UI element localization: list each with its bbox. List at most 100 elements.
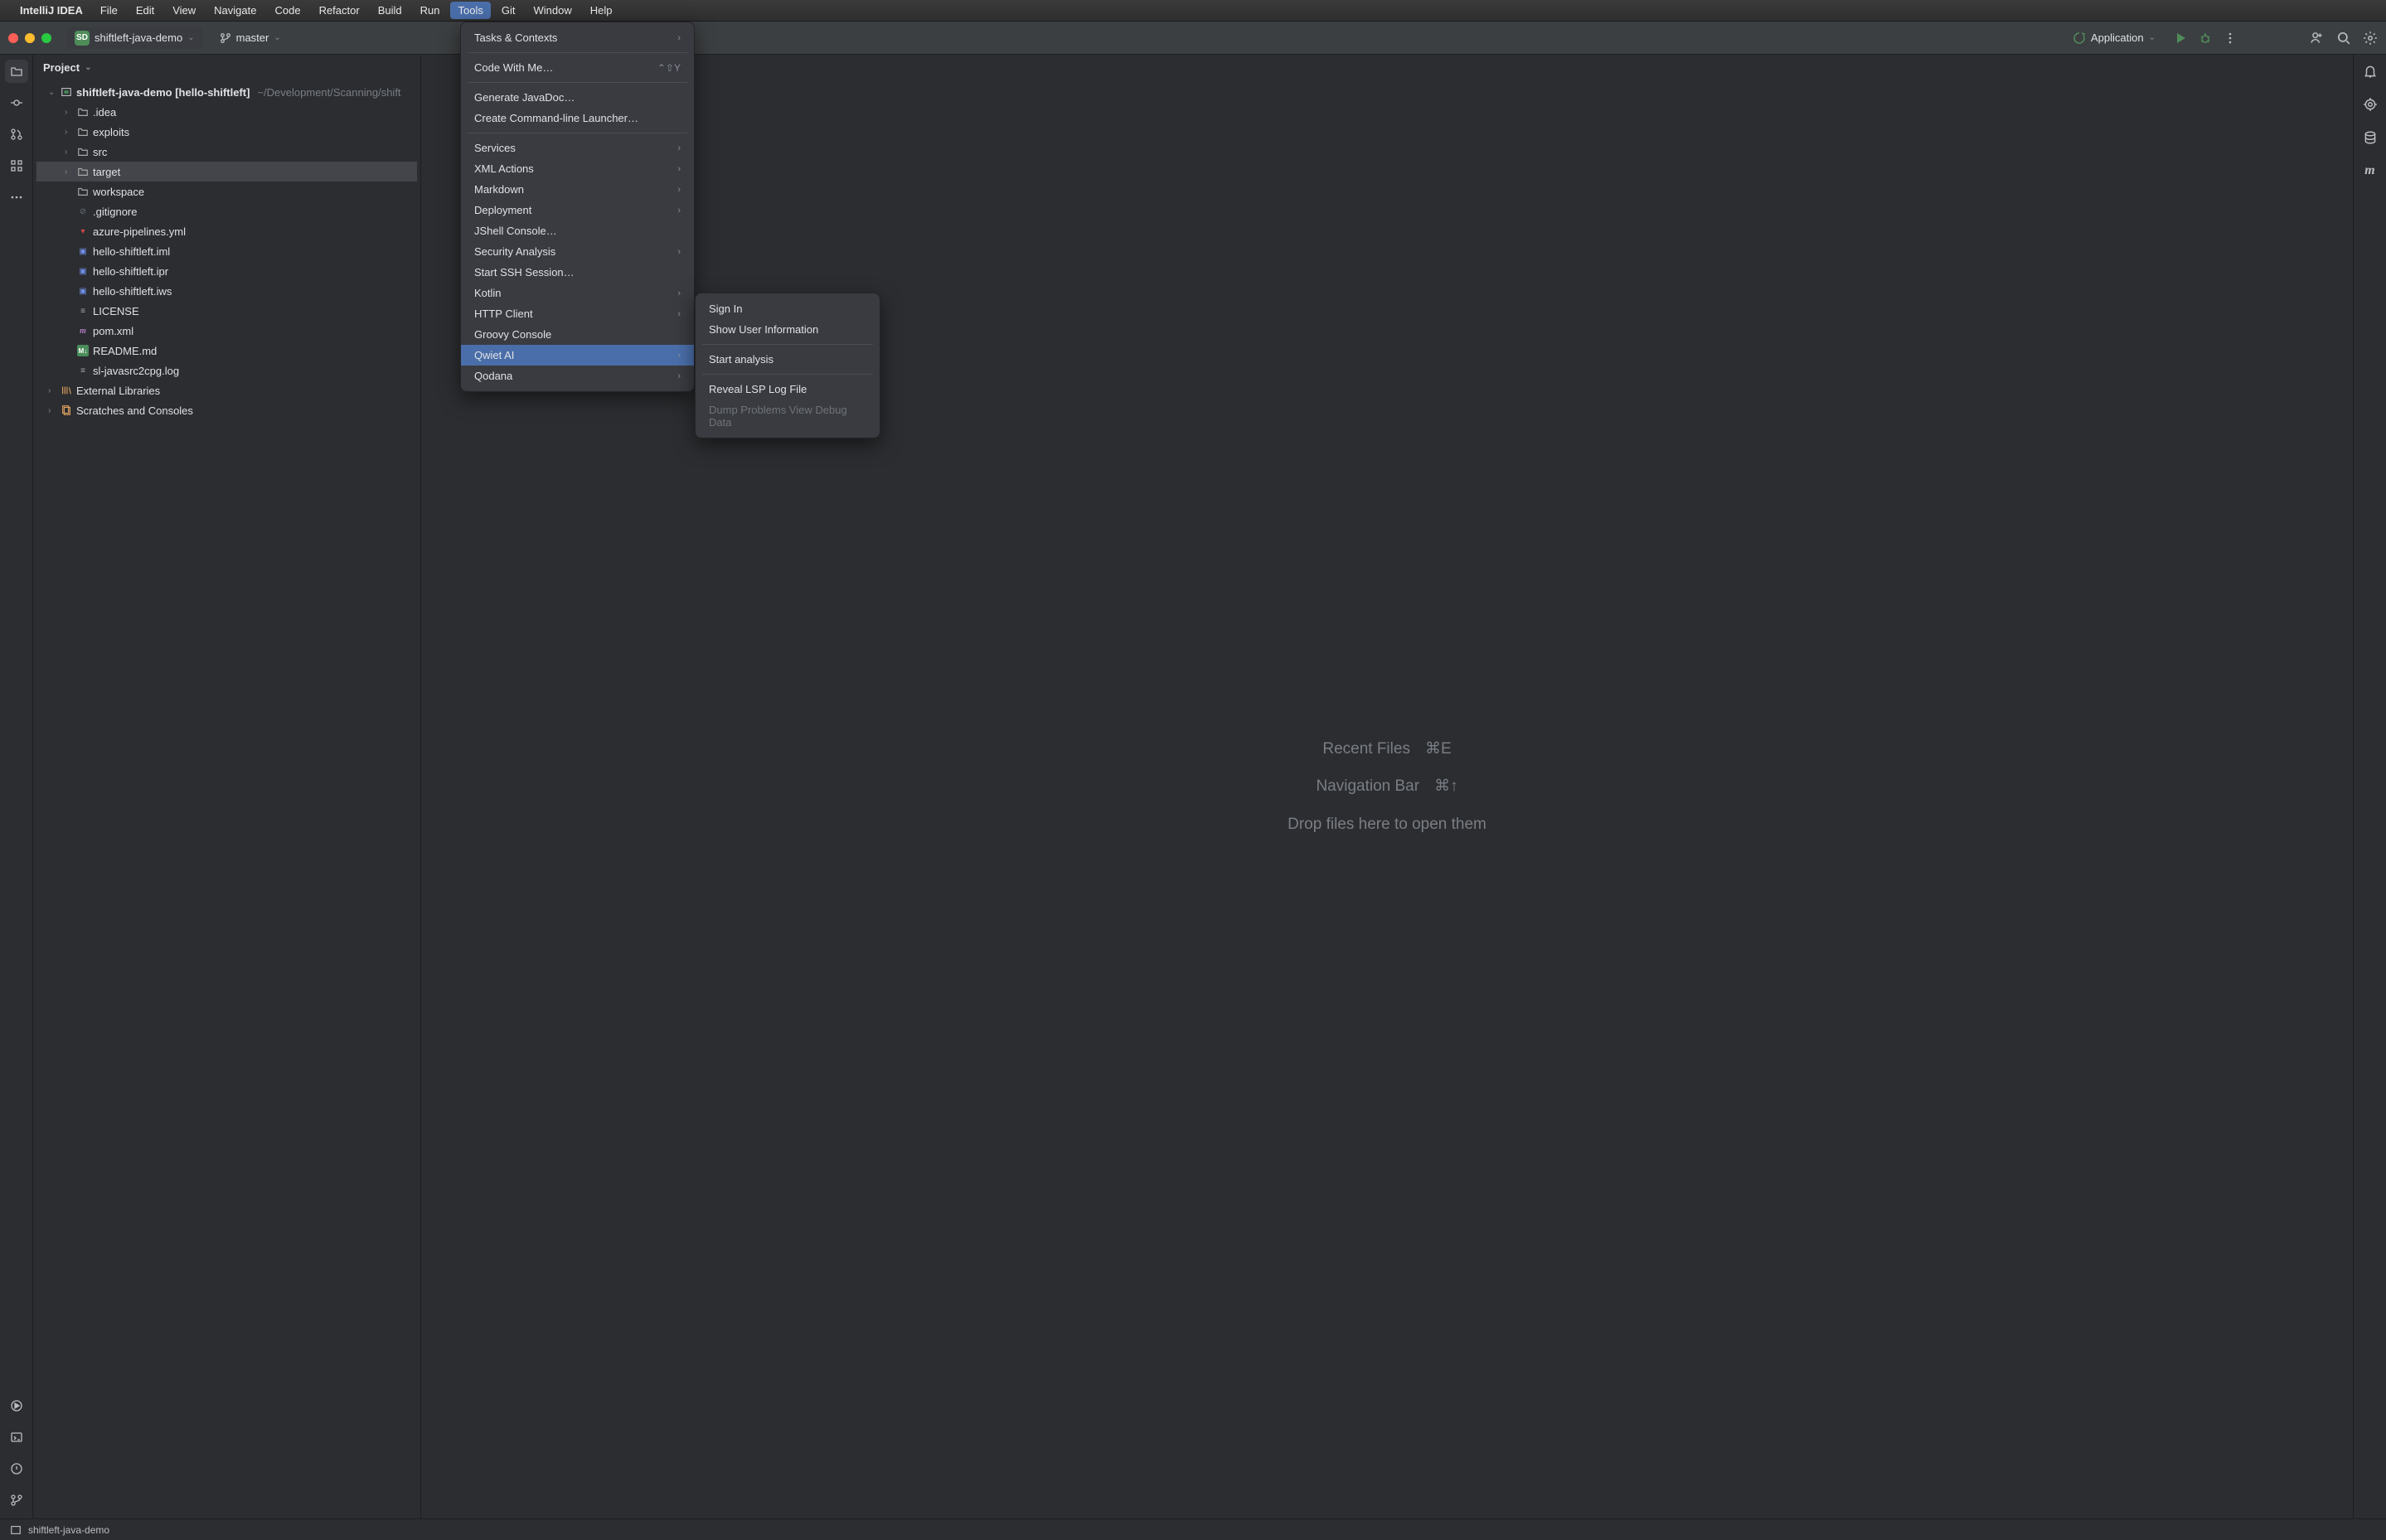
tree-item[interactable]: ▣hello-shiftleft.iws	[36, 281, 417, 301]
menu-item[interactable]: Show User Information	[696, 319, 880, 340]
menu-item[interactable]: Code With Me…⌃⇧Y	[461, 57, 694, 78]
menu-item[interactable]: Reveal LSP Log File	[696, 379, 880, 400]
menu-item[interactable]: Security Analysis›	[461, 241, 694, 262]
tree-item-label: pom.xml	[93, 325, 133, 337]
menu-view[interactable]: View	[165, 2, 203, 19]
scratches-and-consoles[interactable]: › Scratches and Consoles	[36, 400, 417, 420]
commit-tool-button[interactable]	[5, 91, 28, 114]
terminal-tool-button[interactable]	[5, 1426, 28, 1449]
menu-code[interactable]: Code	[267, 2, 308, 19]
menu-item[interactable]: JShell Console…	[461, 220, 694, 241]
menu-item[interactable]: Qwiet AI›	[461, 345, 694, 366]
expand-arrow-icon[interactable]: ›	[65, 128, 73, 137]
tree-item[interactable]: ›src	[36, 142, 417, 162]
tree-item[interactable]: ›.idea	[36, 102, 417, 122]
menu-item[interactable]: Tasks & Contexts›	[461, 27, 694, 48]
project-tool-button[interactable]	[5, 60, 28, 83]
editor-area[interactable]: Recent Files⌘E Navigation Bar⌘↑ Drop fil…	[421, 55, 2353, 1518]
menu-item[interactable]: Kotlin›	[461, 283, 694, 303]
vcs-tool-button[interactable]	[5, 1489, 28, 1512]
menu-item[interactable]: Services›	[461, 138, 694, 158]
run-configuration-selector[interactable]: Application ⌄	[2066, 28, 2162, 48]
warning-icon	[10, 1462, 23, 1475]
pull-requests-tool-button[interactable]	[5, 123, 28, 146]
left-tool-rail	[0, 55, 33, 1518]
more-icon[interactable]	[2224, 31, 2237, 45]
settings-icon[interactable]	[2363, 31, 2378, 46]
menu-run[interactable]: Run	[413, 2, 448, 19]
expand-arrow-icon[interactable]: ›	[65, 108, 73, 117]
menu-build[interactable]: Build	[371, 2, 410, 19]
menu-file[interactable]: File	[93, 2, 125, 19]
run-button-icon[interactable]	[2174, 31, 2187, 45]
tree-item[interactable]: M↓README.md	[36, 341, 417, 361]
minimize-window-button[interactable]	[25, 33, 35, 43]
menu-item-label: Qwiet AI	[474, 349, 514, 361]
project-selector[interactable]: SD shiftleft-java-demo ⌄	[66, 27, 203, 49]
database-tool-button[interactable]	[2359, 126, 2382, 149]
tree-item[interactable]: ≡LICENSE	[36, 301, 417, 321]
search-icon[interactable]	[2336, 31, 2351, 46]
branch-icon	[10, 1494, 23, 1507]
structure-tool-button[interactable]	[5, 154, 28, 177]
menu-item[interactable]: Qodana›	[461, 366, 694, 386]
menu-item[interactable]: Generate JavaDoc…	[461, 87, 694, 108]
menu-tools[interactable]: Tools	[450, 2, 490, 19]
tree-item[interactable]: ›exploits	[36, 122, 417, 142]
sidebar-header[interactable]: Project ⌄	[33, 55, 420, 80]
menu-item-label: JShell Console…	[474, 225, 557, 237]
menu-item[interactable]: XML Actions›	[461, 158, 694, 179]
tree-item[interactable]: › target	[36, 162, 417, 182]
external-libraries[interactable]: › External Libraries	[36, 380, 417, 400]
collaborate-icon[interactable]	[2310, 31, 2325, 46]
menu-item[interactable]: Groovy Console	[461, 324, 694, 345]
expand-arrow-icon[interactable]: ⌄	[48, 88, 56, 97]
tree-item[interactable]: ⊘.gitignore	[36, 201, 417, 221]
qwiet-ai-submenu: Sign InShow User Information Start analys…	[695, 293, 880, 438]
menu-item[interactable]: Start analysis	[696, 349, 880, 370]
menu-item[interactable]: HTTP Client›	[461, 303, 694, 324]
folder-icon	[10, 65, 23, 78]
tree-item[interactable]: ≡sl-javasrc2cpg.log	[36, 361, 417, 380]
menu-window[interactable]: Window	[526, 2, 579, 19]
menu-navigate[interactable]: Navigate	[206, 2, 264, 19]
menu-edit[interactable]: Edit	[129, 2, 162, 19]
ai-tool-button[interactable]	[2359, 93, 2382, 116]
project-tree: ⌄ shiftleft-java-demo [hello-shiftleft] …	[33, 80, 420, 422]
tree-item-label: target	[93, 166, 120, 178]
tree-item[interactable]: ▣hello-shiftleft.ipr	[36, 261, 417, 281]
git-branch-selector[interactable]: master ⌄	[213, 28, 288, 47]
folder-icon	[77, 126, 89, 138]
close-window-button[interactable]	[8, 33, 18, 43]
menu-item[interactable]: Markdown›	[461, 179, 694, 200]
chevron-right-icon: ›	[677, 143, 681, 153]
tree-item[interactable]: ▣hello-shiftleft.iml	[36, 241, 417, 261]
tree-item[interactable]: workspace	[36, 182, 417, 201]
menu-help[interactable]: Help	[583, 2, 620, 19]
expand-arrow-icon[interactable]: ›	[48, 386, 56, 395]
problems-tool-button[interactable]	[5, 1457, 28, 1480]
menu-item[interactable]: Start SSH Session…	[461, 262, 694, 283]
more-horizontal-icon	[10, 191, 23, 204]
expand-arrow-icon[interactable]: ›	[65, 148, 73, 157]
debug-button-icon[interactable]	[2199, 31, 2212, 45]
menu-item[interactable]: Deployment›	[461, 200, 694, 220]
menu-refactor[interactable]: Refactor	[312, 2, 367, 19]
menu-item[interactable]: Sign In	[696, 298, 880, 319]
menu-git[interactable]: Git	[494, 2, 523, 19]
tree-item[interactable]: ▾azure-pipelines.yml	[36, 221, 417, 241]
maven-tool-button[interactable]: m	[2359, 159, 2382, 182]
play-outline-icon	[10, 1399, 23, 1412]
maximize-window-button[interactable]	[41, 33, 51, 43]
expand-arrow-icon[interactable]: ›	[65, 167, 73, 177]
menu-item[interactable]: Create Command-line Launcher…	[461, 108, 694, 128]
notifications-tool-button[interactable]	[2359, 60, 2382, 83]
main-area: Project ⌄ ⌄ shiftleft-java-demo [hello-s…	[0, 55, 2386, 1518]
status-module-name[interactable]: shiftleft-java-demo	[28, 1524, 109, 1536]
tree-item[interactable]: mpom.xml	[36, 321, 417, 341]
more-tools-button[interactable]	[5, 186, 28, 209]
project-name: shiftleft-java-demo	[95, 31, 182, 44]
run-tool-button[interactable]	[5, 1394, 28, 1417]
tree-root[interactable]: ⌄ shiftleft-java-demo [hello-shiftleft] …	[36, 82, 417, 102]
expand-arrow-icon[interactable]: ›	[48, 406, 56, 415]
